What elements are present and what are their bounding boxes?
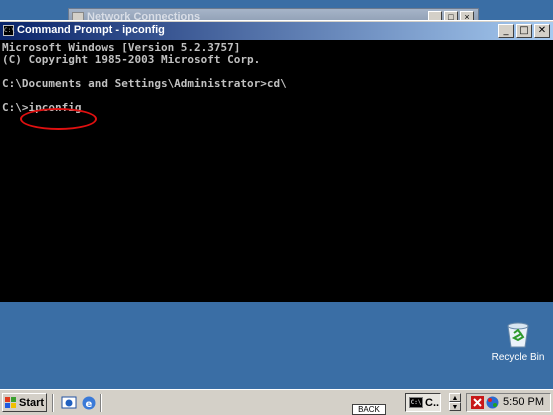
taskbar-command-prompt-button[interactable]: C:\ C.. — [405, 393, 441, 412]
cmd-task-icon: C:\ — [409, 397, 423, 408]
start-button[interactable]: Start — [2, 393, 47, 412]
show-desktop-icon[interactable] — [61, 395, 77, 411]
taskbar: Start e C:\ C.. ▲ ▼ 5:50 PM — [0, 389, 553, 415]
desktop: Network Connections _ □ × C:\ Command Pr… — [0, 0, 553, 415]
start-label: Start — [19, 396, 45, 409]
close-button[interactable]: ✕ — [534, 24, 550, 38]
taskbar-separator — [100, 394, 102, 412]
console-output[interactable]: Microsoft Windows [Version 5.2.3757] (C)… — [0, 40, 553, 302]
console-line: (C) Copyright 1985-2003 Microsoft Corp. — [2, 53, 261, 66]
windows-logo-icon — [5, 396, 17, 409]
recycle-bin[interactable]: Recycle Bin — [488, 320, 548, 372]
cmd-icon[interactable]: C:\ — [3, 25, 15, 36]
command-prompt-window[interactable]: C:\ Command Prompt - ipconfig _ □ ✕ Micr… — [0, 20, 553, 302]
taskbar-scroll[interactable]: ▲ ▼ — [449, 393, 461, 412]
clock[interactable]: 5:50 PM — [503, 396, 544, 408]
recycle-bin-icon — [507, 322, 529, 348]
security-alert-icon[interactable] — [471, 396, 484, 409]
cmd-titlebar[interactable]: C:\ Command Prompt - ipconfig _ □ ✕ — [0, 22, 553, 40]
taskbar-separator — [52, 394, 54, 412]
back-button[interactable]: BACK — [352, 404, 386, 415]
annotation-ellipse — [20, 108, 97, 130]
console-line: C:\Documents and Settings\Administrator>… — [2, 77, 287, 90]
network-status-icon[interactable] — [486, 396, 499, 409]
scroll-down-icon[interactable]: ▼ — [449, 402, 461, 411]
system-tray: 5:50 PM — [466, 393, 551, 412]
minimize-button[interactable]: _ — [498, 24, 514, 38]
recycle-bin-label: Recycle Bin — [491, 352, 545, 363]
maximize-button[interactable]: □ — [516, 24, 532, 38]
cmd-title: Command Prompt - ipconfig — [17, 24, 165, 36]
task-label: C.. — [425, 396, 440, 409]
svg-text:e: e — [86, 399, 93, 410]
scroll-up-icon[interactable]: ▲ — [449, 393, 461, 402]
internet-explorer-icon[interactable]: e — [81, 395, 97, 411]
